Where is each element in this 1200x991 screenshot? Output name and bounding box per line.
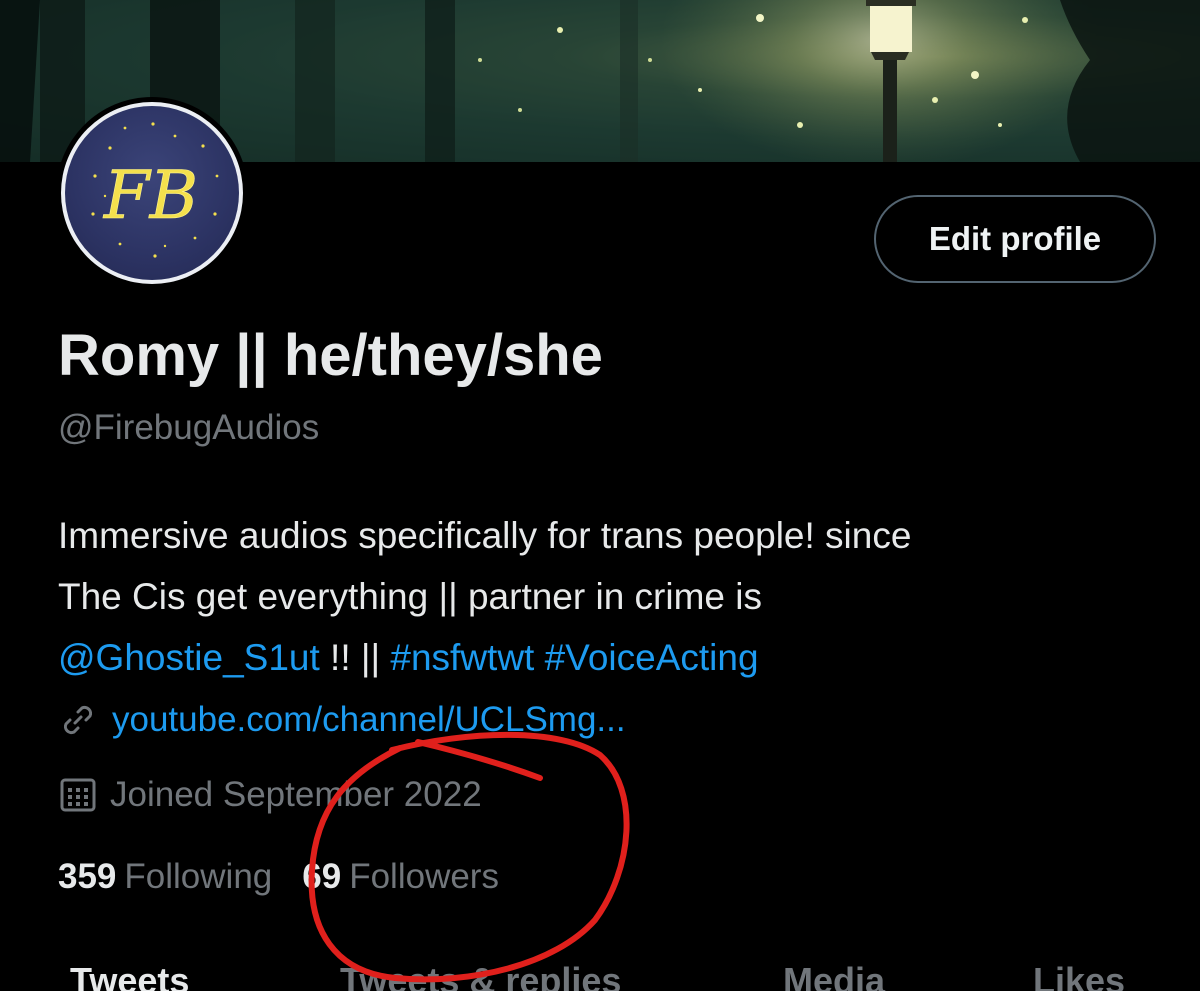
profile-website-link[interactable]: youtube.com/channel/UCLSmg... [112,700,626,740]
bio-separator: !! || [319,637,391,678]
bio-mention-link[interactable]: @Ghostie_S1ut [58,637,320,678]
calendar-icon [58,775,98,815]
bio-line-2: The Cis get everything || partner in cri… [58,576,762,617]
bio-line-1: Immersive audios specifically for trans … [58,515,912,556]
link-icon [58,700,98,740]
followers-count-link[interactable]: 69 Followers [302,857,499,897]
display-name: Romy || he/they/she [58,323,603,388]
tab-tweets-replies[interactable]: Tweets & replies [340,960,621,991]
hashtag-link-voiceacting[interactable]: #VoiceActing [545,637,759,678]
following-count: 359 [58,857,117,896]
profile-page: FB Edit profile Romy || he/they/she @Fir… [0,0,1200,991]
followers-count: 69 [302,857,342,896]
tab-tweets[interactable]: Tweets [70,960,189,991]
profile-url-row: youtube.com/channel/UCLSmg... [58,700,626,740]
hashtag-link-nsfwtwt[interactable]: #nsfwtwt [390,637,534,678]
avatar-monogram-text: FB [103,157,198,234]
avatar-image: FB [65,106,239,280]
joined-date: Joined September 2022 [110,775,482,814]
follow-stats: 359 Following 69 Followers [58,857,529,897]
tab-media[interactable]: Media [783,960,885,991]
following-count-link[interactable]: 359 Following [58,857,272,897]
profile-tabs: Tweets Tweets & replies Media Likes [0,960,1200,991]
avatar-border: FB [61,102,243,284]
followers-label: Followers [349,857,499,896]
edit-profile-button[interactable]: Edit profile [874,195,1156,283]
avatar-monogram-logo: FB [91,122,219,258]
profile-joined-row: Joined September 2022 [58,775,482,815]
profile-handle: @FirebugAudios [58,408,320,447]
bio-line-3: @Ghostie_S1ut !! || #nsfwtwt #VoiceActin… [58,627,1158,688]
profile-avatar[interactable]: FB [56,97,248,289]
tab-likes[interactable]: Likes [1033,960,1125,991]
profile-bio: Immersive audios specifically for trans … [58,505,1158,688]
following-label: Following [124,857,273,896]
